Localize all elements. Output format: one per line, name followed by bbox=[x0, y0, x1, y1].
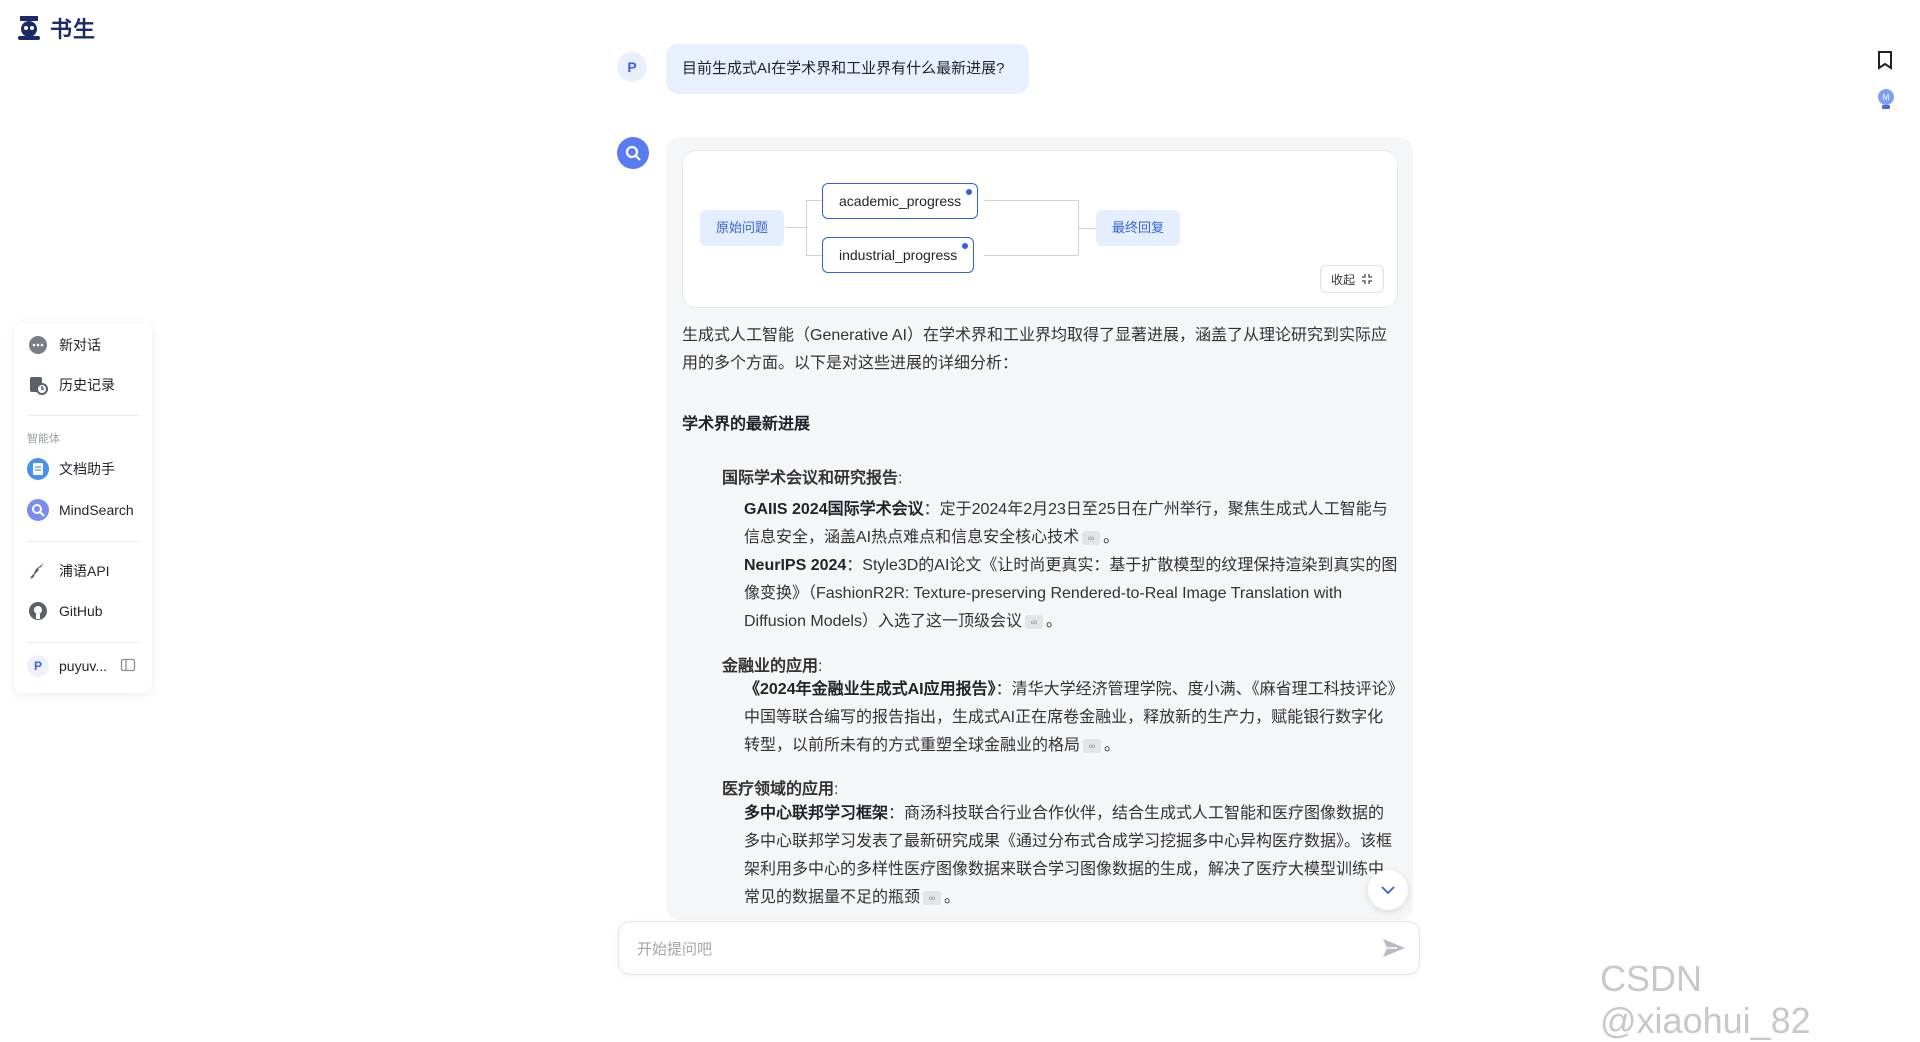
collapse-graph-button[interactable]: 收起 bbox=[1320, 265, 1384, 293]
chat-input-box bbox=[618, 921, 1420, 976]
item-end: 。 bbox=[1103, 529, 1120, 546]
mindsearch-icon bbox=[27, 499, 49, 521]
history-icon bbox=[27, 374, 49, 396]
section-title: 国际学术会议和研究报告: bbox=[722, 470, 903, 487]
collapse-label: 收起 bbox=[1330, 272, 1355, 287]
item-title: 多中心联邦学习框架 bbox=[744, 805, 889, 822]
mindsearch-avatar-icon bbox=[617, 137, 649, 169]
graph-edge bbox=[984, 255, 1078, 256]
section-title-text: 医疗领域的应用 bbox=[722, 781, 835, 798]
graph-edge bbox=[806, 200, 822, 201]
list-item: 《2024年金融业生成式AI应用报告》：清华大学经济管理学院、度小满、《麻省理工… bbox=[744, 676, 1398, 760]
graph-node-label: academic_progress bbox=[839, 193, 962, 209]
item-end: 。 bbox=[944, 889, 961, 906]
graph-node-label: industrial_progress bbox=[839, 247, 958, 263]
graph-start-node[interactable]: 原始问题 bbox=[700, 210, 785, 246]
list-item: 多中心联邦学习框架：商汤科技联合行业合作伙伴，结合生成式人工智能和医疗图像数据的… bbox=[744, 800, 1398, 912]
collapse-icon bbox=[1362, 274, 1372, 284]
citation-link-icon[interactable]: ∞ bbox=[923, 890, 942, 905]
sidebar: 新对话 历史记录 智能体 文档助手 MindSearch 浦语API GitHu… bbox=[14, 323, 152, 693]
user-avatar: P bbox=[617, 52, 647, 82]
watermark: CSDN @xiaohui_82 bbox=[1600, 958, 1811, 1041]
sidebar-item-label: 浦语API bbox=[59, 563, 110, 579]
list-item: GAIIS 2024国际学术会议：定于2024年2月23日至25日在广州举行，聚… bbox=[744, 496, 1398, 552]
sidebar-item-new-chat[interactable]: 新对话 bbox=[27, 334, 101, 356]
chat-input[interactable] bbox=[635, 922, 1359, 976]
sidebar-item-api[interactable]: 浦语API bbox=[27, 560, 110, 582]
graph-edge bbox=[786, 227, 806, 228]
lightbulb-icon[interactable]: M bbox=[1876, 88, 1896, 112]
sidebar-divider bbox=[27, 541, 139, 542]
item-end: 。 bbox=[1046, 613, 1063, 630]
sidebar-item-label: 历史记录 bbox=[59, 377, 115, 393]
answer-heading: 学术界的最新进展 bbox=[682, 416, 811, 433]
sidebar-item-github[interactable]: GitHub bbox=[27, 600, 103, 622]
item-title: NeurIPS 2024 bbox=[744, 557, 847, 574]
sidebar-item-label: 文档助手 bbox=[59, 461, 115, 477]
send-icon[interactable] bbox=[1381, 936, 1407, 960]
app-logo[interactable]: 书生 bbox=[14, 12, 96, 44]
sidebar-item-label: MindSearch bbox=[59, 502, 134, 518]
graph-end-node[interactable]: 最终回复 bbox=[1096, 210, 1181, 246]
user-name: puyuv... bbox=[59, 658, 107, 674]
section-title: 金融业的应用: bbox=[722, 658, 823, 675]
sidebar-item-label: 新对话 bbox=[59, 337, 101, 353]
search-graph bbox=[682, 150, 1398, 308]
sidebar-divider bbox=[27, 415, 139, 416]
graph-node-academic[interactable]: academic_progress bbox=[822, 183, 979, 219]
sidebar-item-doc-assistant[interactable]: 文档助手 bbox=[27, 458, 115, 480]
sidebar-item-label: GitHub bbox=[59, 603, 103, 619]
svg-text:M: M bbox=[1883, 93, 1890, 102]
sidebar-item-mindsearch[interactable]: MindSearch bbox=[27, 499, 134, 521]
item-end: 。 bbox=[1104, 737, 1121, 754]
scroll-to-bottom-button[interactable] bbox=[1368, 870, 1408, 910]
avatar: P bbox=[27, 655, 49, 677]
sidebar-toggle-icon[interactable] bbox=[120, 657, 136, 673]
citation-link-icon[interactable]: ∞ bbox=[1025, 614, 1043, 629]
sidebar-section-label: 智能体 bbox=[27, 433, 60, 445]
graph-edge bbox=[984, 200, 1078, 201]
chevron-down-icon bbox=[1381, 886, 1395, 895]
section-title-text: 金融业的应用 bbox=[722, 658, 819, 675]
list-item: NeurIPS 2024：Style3D的AI论文《让时尚更真实：基于扩散模型的… bbox=[744, 552, 1398, 636]
item-title: GAIIS 2024国际学术会议 bbox=[744, 501, 924, 518]
scholar-mascot-icon bbox=[18, 16, 40, 40]
item-title: 《2024年金融业生成式AI应用报告》 bbox=[744, 681, 996, 698]
rocket-icon bbox=[27, 560, 49, 582]
user-message: 目前生成式AI在学术界和工业界有什么最新进展? bbox=[666, 44, 1029, 94]
chat-bubble-icon bbox=[27, 334, 49, 356]
node-status-dot bbox=[966, 189, 973, 195]
answer-intro: 生成式人工智能（Generative AI）在学术界和工业界均取得了显著进展，涵… bbox=[682, 322, 1400, 378]
github-icon bbox=[27, 600, 49, 622]
graph-edge bbox=[806, 200, 807, 255]
section-title-text: 国际学术会议和研究报告 bbox=[722, 470, 899, 487]
node-status-dot bbox=[962, 243, 969, 249]
bookmark-icon[interactable] bbox=[1876, 50, 1894, 70]
logo-text: 书生 bbox=[50, 17, 97, 42]
graph-edge bbox=[806, 255, 822, 256]
right-toolbar: M bbox=[1876, 50, 1896, 112]
section-title: 医疗领域的应用: bbox=[722, 781, 839, 798]
answer-paragraph: 生成式人工智能（Generative AI）在学术界和工业界均取得了显著进展，涵… bbox=[682, 327, 1387, 372]
sidebar-item-history[interactable]: 历史记录 bbox=[27, 374, 115, 396]
document-assistant-icon bbox=[27, 458, 49, 480]
graph-edge bbox=[1078, 228, 1096, 229]
sidebar-user[interactable]: P puyuv... bbox=[27, 655, 107, 677]
citation-link-icon[interactable]: ∞ bbox=[1083, 738, 1102, 753]
sidebar-divider bbox=[27, 642, 139, 643]
graph-node-industrial[interactable]: industrial_progress bbox=[822, 237, 975, 273]
citation-link-icon[interactable]: ∞ bbox=[1082, 530, 1101, 545]
